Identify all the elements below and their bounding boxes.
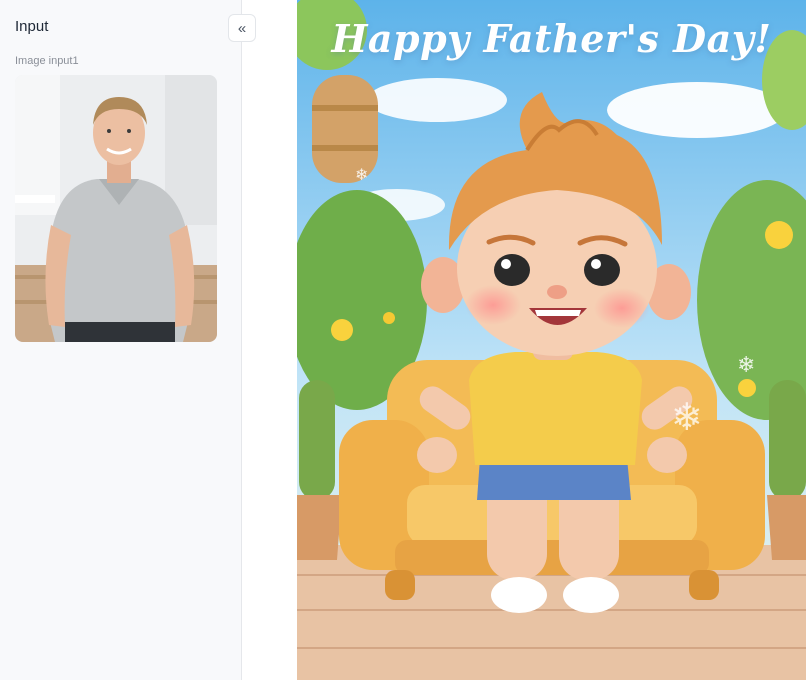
svg-text:❄: ❄	[737, 353, 755, 378]
panel-title: Input	[15, 18, 49, 35]
chevrons-left-icon: «	[237, 19, 247, 37]
svg-text:❄: ❄	[355, 165, 368, 184]
generated-illustration: ❄ ❄ ❄	[297, 0, 806, 680]
input-photo	[15, 75, 217, 342]
greeting-banner-text: Happy Father's Day!	[331, 16, 772, 61]
output-image: ❄ ❄ ❄ Happy Father's Day!	[297, 0, 806, 680]
input-panel: Input Image input1	[0, 0, 242, 680]
image-input-label: Image input1	[15, 55, 79, 67]
svg-text:❄: ❄	[671, 395, 703, 439]
input-image-thumbnail[interactable]	[15, 75, 217, 342]
collapse-panel-button[interactable]: «	[228, 14, 256, 42]
